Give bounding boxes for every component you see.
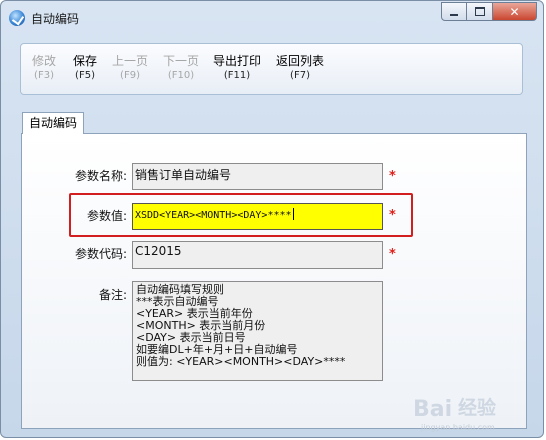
prev-page-button[interactable]: 上一页 (F9) <box>112 54 148 83</box>
param-name-field[interactable]: 销售订单自动编号 <box>132 163 383 190</box>
minimize-button[interactable] <box>441 2 467 21</box>
app-icon <box>9 10 25 26</box>
prev-page-button-shortcut: (F9) <box>120 70 140 81</box>
save-button-shortcut: (F5) <box>75 70 95 81</box>
param-value-input[interactable]: XSDD<YEAR><MONTH><DAY>**** <box>132 203 383 230</box>
param-value-text: XSDD<YEAR><MONTH><DAY>**** <box>135 210 292 221</box>
minimize-icon <box>450 13 458 16</box>
close-button[interactable]: ✕ <box>493 2 537 21</box>
save-button[interactable]: 保存 (F5) <box>73 54 97 83</box>
toolbar: 修改 (F3) 保存 (F5) 上一页 (F9) 下一页 (F10) 导出打印 … <box>20 43 523 95</box>
maximize-button[interactable] <box>467 2 493 21</box>
back-to-list-button-label: 返回列表 <box>276 54 325 68</box>
maximize-icon <box>474 7 485 16</box>
next-page-button-shortcut: (F10) <box>167 70 195 81</box>
tab-auto-code[interactable]: 自动编码 <box>22 112 84 134</box>
text-caret <box>292 208 294 220</box>
edit-button-shortcut: (F3) <box>34 70 54 81</box>
remarks-textarea[interactable]: 自动编码填写规则 ***表示自动编号 <YEAR> 表示当前年份 <MONTH>… <box>132 281 383 381</box>
param-name-label: 参数名称: <box>74 169 127 183</box>
param-code-field[interactable]: C12015 <box>132 241 383 269</box>
param-value-label: 参数值: <box>86 209 127 223</box>
edit-button[interactable]: 修改 (F3) <box>32 54 56 83</box>
close-icon: ✕ <box>509 4 520 19</box>
app-window: 自动编码 ✕ 修改 (F3) 保存 (F5) 上一页 (F9) 下一页 (F10… <box>0 0 544 438</box>
required-mark: * <box>389 169 396 184</box>
back-to-list-button[interactable]: 返回列表 (F7) <box>276 54 324 83</box>
watermark-url: jingyan.baidu.com <box>421 423 495 432</box>
save-button-label: 保存 <box>73 54 98 68</box>
window-controls: ✕ <box>441 2 537 21</box>
export-print-button-label: 导出打印 <box>213 54 262 68</box>
next-page-button[interactable]: 下一页 (F10) <box>163 54 199 83</box>
back-to-list-button-shortcut: (F7) <box>290 70 310 81</box>
prev-page-button-label: 上一页 <box>112 54 149 68</box>
edit-button-label: 修改 <box>32 54 57 68</box>
title-bar[interactable]: 自动编码 ✕ <box>1 1 543 33</box>
next-page-button-label: 下一页 <box>163 54 200 68</box>
window-title: 自动编码 <box>31 12 80 26</box>
watermark-logo: Bai <box>413 397 453 422</box>
watermark-logo-suffix: 经验 <box>458 397 497 419</box>
param-code-label: 参数代码: <box>74 247 127 261</box>
required-mark: * <box>389 208 396 223</box>
remarks-label: 备注: <box>98 288 127 302</box>
required-mark: * <box>389 247 396 262</box>
export-print-button[interactable]: 导出打印 (F11) <box>213 54 261 83</box>
export-print-button-shortcut: (F11) <box>223 70 251 81</box>
